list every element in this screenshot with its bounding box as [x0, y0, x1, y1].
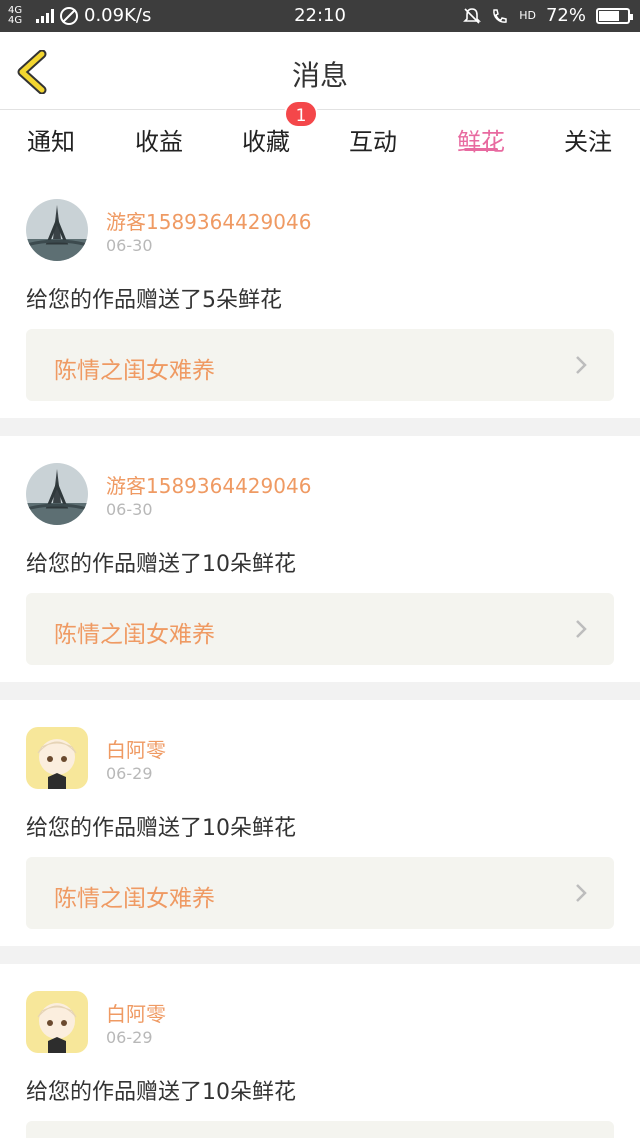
battery-level	[599, 10, 619, 21]
active-tab-indicator	[464, 148, 498, 151]
status-bar: 4G 4G 0.09K/s 22:10 HD 72%	[0, 0, 640, 32]
tab-notifications[interactable]: 通知	[6, 122, 96, 157]
work-link[interactable]: 陈情之闺女难养	[26, 593, 614, 665]
tab-flowers-label: 鲜花	[457, 128, 505, 156]
message-date: 06-29	[106, 1028, 153, 1047]
user-avatar[interactable]	[26, 991, 88, 1053]
work-title: 陈情之闺女难养	[54, 358, 215, 384]
work-title: 陈情之闺女难养	[54, 886, 215, 912]
tab-earnings[interactable]: 收益	[114, 122, 204, 157]
message-card: 游客1589364429046 06-30 给您的作品赠送了10朵鲜花 陈情之闺…	[0, 436, 640, 682]
user-avatar[interactable]	[26, 463, 88, 525]
tab-follow[interactable]: 关注	[543, 122, 633, 157]
chevron-right-icon	[576, 884, 587, 902]
favorites-badge: 1	[284, 100, 318, 128]
message-date: 06-30	[106, 500, 153, 519]
battery-percent: 72%	[545, 5, 586, 26]
tab-bar: 通知 收益 收藏 互动 鲜花 关注 1	[0, 100, 640, 172]
work-link[interactable]	[26, 1121, 614, 1138]
work-link[interactable]: 陈情之闺女难养	[26, 857, 614, 929]
message-card: 白阿零 06-29 给您的作品赠送了10朵鲜花 陈情之闺女难养	[0, 700, 640, 946]
work-link[interactable]: 陈情之闺女难养	[26, 329, 614, 401]
tab-interaction[interactable]: 互动	[328, 122, 418, 157]
message-card: 白阿零 06-29 给您的作品赠送了10朵鲜花	[0, 964, 640, 1138]
user-name[interactable]: 白阿零	[106, 998, 166, 1027]
chevron-right-icon	[576, 620, 587, 638]
user-avatar[interactable]	[26, 199, 88, 261]
hd-label: HD	[519, 9, 536, 22]
battery-icon	[596, 7, 633, 24]
mute-bell-icon	[463, 7, 482, 24]
hd-call-icon	[493, 8, 507, 23]
user-name[interactable]: 游客1589364429046	[106, 206, 311, 235]
tab-flowers[interactable]: 鲜花	[436, 110, 526, 172]
nav-header: 消息	[0, 32, 640, 110]
message-text: 给您的作品赠送了10朵鲜花	[26, 1080, 296, 1105]
message-date: 06-29	[106, 764, 153, 783]
status-right: HD 72%	[463, 5, 633, 26]
message-text: 给您的作品赠送了10朵鲜花	[26, 816, 296, 841]
message-text: 给您的作品赠送了5朵鲜花	[26, 288, 282, 313]
chevron-right-icon	[576, 356, 587, 374]
message-text: 给您的作品赠送了10朵鲜花	[26, 552, 296, 577]
work-title: 陈情之闺女难养	[54, 622, 215, 648]
message-card: 游客1589364429046 06-30 给您的作品赠送了5朵鲜花 陈情之闺女…	[0, 172, 640, 418]
user-name[interactable]: 白阿零	[106, 734, 166, 763]
user-name[interactable]: 游客1589364429046	[106, 470, 311, 499]
page-title: 消息	[291, 59, 348, 92]
message-date: 06-30	[106, 236, 153, 255]
user-avatar[interactable]	[26, 727, 88, 789]
